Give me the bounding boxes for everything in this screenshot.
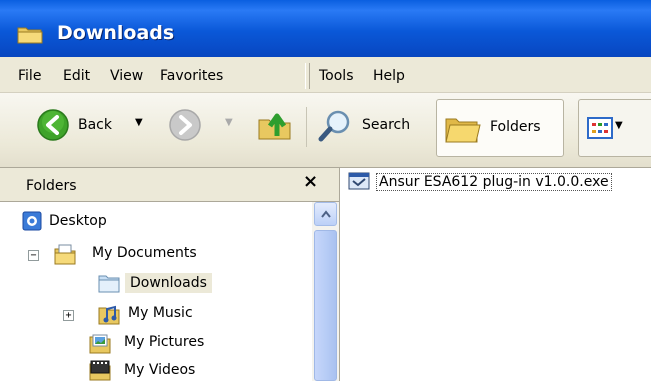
tree-item-label: My Pictures [124, 334, 205, 350]
menu-view[interactable]: View [110, 68, 143, 84]
toolbar-separator [306, 107, 307, 147]
folders-pane-title: Folders [26, 178, 77, 194]
search-button[interactable]: Search [316, 106, 431, 150]
folders-pane: Folders × Desktop − My Documents Downloa… [0, 168, 340, 381]
scroll-thumb[interactable] [314, 230, 337, 381]
tree-item-label: My Music [128, 305, 193, 321]
back-label: Back [78, 117, 112, 133]
folder-icon [98, 275, 120, 293]
my-documents-icon [54, 244, 76, 265]
installer-icon [348, 172, 370, 190]
file-name: Ansur ESA612 plug-in v1.0.0.exe [376, 173, 612, 191]
file-list: Ansur ESA612 plug-in v1.0.0.exe [341, 168, 651, 381]
toolbar: Back ▼ ▼ Search Folders ▼ [0, 93, 651, 168]
toolbar-grip[interactable] [305, 63, 310, 89]
views-icon [587, 117, 613, 139]
forward-arrow-icon [169, 109, 201, 141]
folders-icon [445, 118, 481, 143]
menu-edit[interactable]: Edit [63, 68, 90, 84]
menu-file[interactable]: File [18, 68, 41, 84]
tree-item-my-documents[interactable]: My Documents [54, 242, 254, 266]
folders-button[interactable]: Folders [436, 99, 564, 157]
tree-item-downloads[interactable]: Downloads [98, 272, 298, 296]
my-videos-icon [89, 360, 111, 381]
collapse-icon[interactable]: − [28, 250, 39, 261]
menu-favorites[interactable]: Favorites [160, 68, 223, 84]
folder-icon [17, 27, 43, 44]
forward-button[interactable]: ▼ [168, 106, 238, 150]
views-button[interactable]: ▼ [578, 99, 651, 157]
back-button[interactable]: Back ▼ [10, 106, 160, 150]
scroll-up-button[interactable] [314, 202, 337, 226]
back-arrow-icon [37, 109, 69, 141]
folders-label: Folders [490, 119, 541, 135]
forward-dropdown-arrow-icon[interactable]: ▼ [225, 117, 233, 128]
tree-item-label: My Videos [124, 362, 196, 378]
tree-item-my-pictures[interactable]: My Pictures [89, 331, 289, 355]
my-pictures-icon [89, 334, 111, 354]
folders-pane-header: Folders × [0, 168, 339, 202]
tree-item-desktop[interactable]: Desktop [22, 210, 222, 234]
title-bar[interactable]: Downloads [0, 0, 651, 57]
chevron-up-icon [321, 210, 331, 218]
tree-item-label: My Documents [92, 245, 197, 261]
search-label: Search [362, 117, 411, 133]
search-magnifier-icon [318, 110, 350, 142]
close-icon[interactable]: × [303, 171, 318, 192]
tree-item-my-videos[interactable]: My Videos [89, 359, 289, 383]
back-dropdown-arrow-icon[interactable]: ▼ [135, 117, 143, 128]
tree-item-label: Downloads [125, 273, 212, 293]
tree-item-my-music[interactable]: My Music [98, 302, 298, 326]
menu-tools[interactable]: Tools [319, 68, 354, 84]
tree-item-label: Desktop [49, 213, 107, 229]
window-title: Downloads [57, 22, 175, 44]
up-button[interactable] [255, 106, 297, 150]
views-dropdown-arrow-icon[interactable]: ▼ [615, 120, 623, 131]
desktop-icon [22, 211, 42, 231]
expand-icon[interactable]: + [63, 310, 74, 321]
vertical-scrollbar[interactable] [312, 202, 339, 381]
menu-help[interactable]: Help [373, 68, 405, 84]
menu-bar: File Edit View Favorites Tools Help [0, 57, 651, 93]
my-music-icon [98, 305, 120, 325]
up-folder-icon [258, 113, 291, 140]
